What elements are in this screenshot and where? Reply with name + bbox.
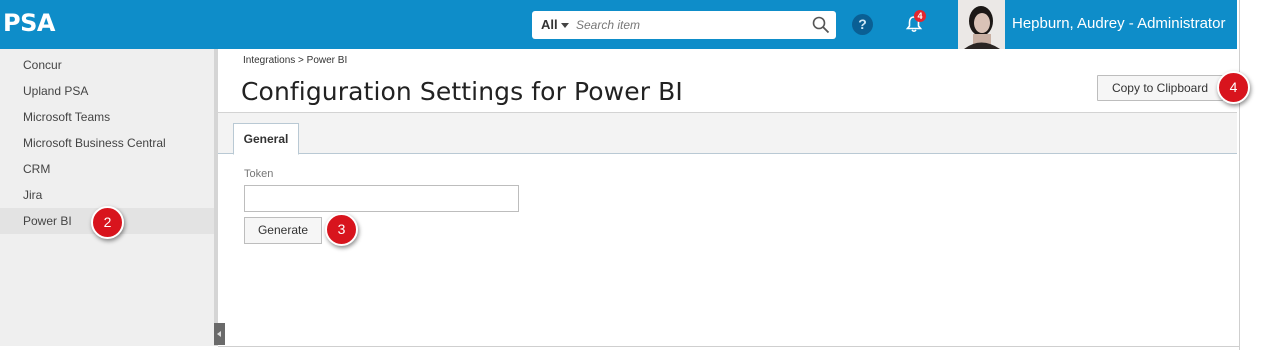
chevron-down-icon[interactable] (561, 23, 569, 28)
copy-to-clipboard-button[interactable]: Copy to Clipboard (1097, 75, 1223, 101)
step-callout-4: 4 (1217, 71, 1250, 104)
sidebar-item-concur[interactable]: Concur (0, 52, 214, 78)
tab-general[interactable]: General (233, 123, 299, 155)
step-callout-2: 2 (91, 206, 124, 239)
search-icon[interactable] (812, 16, 830, 34)
collapse-arrow-icon[interactable] (214, 323, 225, 345)
avatar[interactable] (958, 0, 1005, 49)
divider (1239, 0, 1240, 350)
step-callout-3: 3 (325, 213, 358, 246)
top-bar: PSA All ? 4 Hepburn, Audrey - (0, 0, 1237, 49)
app-window: PSA All ? 4 Hepburn, Audrey - (0, 0, 1264, 350)
tab-bar (218, 113, 1237, 154)
sidebar-item-jira[interactable]: Jira (0, 182, 214, 208)
sidebar: Concur Upland PSA Microsoft Teams Micros… (0, 49, 215, 346)
search-input[interactable] (576, 15, 806, 35)
generate-button[interactable]: Generate (244, 217, 322, 244)
search-box: All (532, 11, 836, 39)
sidebar-item-crm[interactable]: CRM (0, 156, 214, 182)
sidebar-item-microsoft-business-central[interactable]: Microsoft Business Central (0, 130, 214, 156)
sidebar-item-microsoft-teams[interactable]: Microsoft Teams (0, 104, 214, 130)
token-field[interactable] (244, 185, 519, 212)
app-logo[interactable]: PSA (3, 9, 55, 37)
user-menu[interactable]: Hepburn, Audrey - Administrator (1012, 15, 1225, 32)
sidebar-resize-handle[interactable] (214, 49, 218, 346)
search-scope-select[interactable]: All (541, 17, 558, 32)
notification-badge: 4 (914, 10, 926, 22)
breadcrumb[interactable]: Integrations > Power BI (243, 55, 347, 66)
divider (218, 346, 1240, 347)
help-icon[interactable]: ? (852, 14, 873, 35)
sidebar-item-upland-psa[interactable]: Upland PSA (0, 78, 214, 104)
token-label: Token (244, 168, 274, 180)
page-title: Configuration Settings for Power BI (241, 77, 683, 106)
